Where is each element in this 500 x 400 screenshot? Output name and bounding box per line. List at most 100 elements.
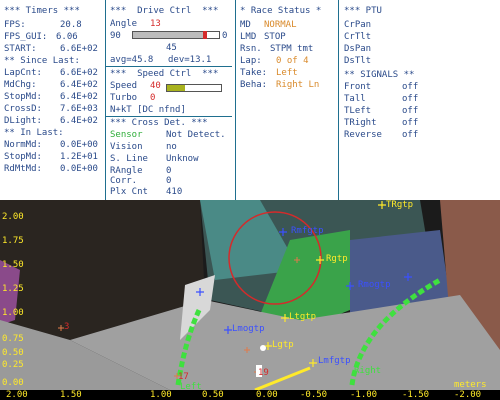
drive-ctrl-title: *** Drive Ctrl *** — [110, 6, 219, 16]
robot-race-gui: *** Timers *** FPS: 20.8 FPS_GUI: 6.06 S… — [0, 0, 500, 400]
signal-value: off — [402, 118, 419, 128]
take-value: Left — [276, 68, 298, 78]
angle-value: 13 — [150, 19, 161, 29]
x-tick-label: -2.00 — [454, 390, 482, 400]
signals-title: ** SIGNALS ** — [344, 70, 415, 80]
speed-label: Speed — [110, 81, 138, 91]
column-divider — [105, 0, 106, 200]
stopmd-label: StopMd: — [4, 92, 42, 102]
slider-max-label: 0 — [222, 31, 228, 41]
slider-center-label: 45 — [166, 43, 177, 53]
ptu-item: DsPan — [344, 44, 372, 54]
corr-label: Corr. — [110, 176, 138, 186]
speed-value: 40 — [150, 81, 161, 91]
signal-value: off — [402, 106, 419, 116]
signal-label: Reverse — [344, 130, 382, 140]
plxcnt-value: 410 — [166, 187, 183, 197]
speed-divider — [106, 116, 232, 117]
sensor-value: Not Detect. — [166, 130, 226, 140]
normmd-value: 0.0E+00 — [60, 140, 98, 150]
origin-dot — [260, 345, 266, 351]
stopmd-value: 6.4E+02 — [60, 92, 98, 102]
rangle-label: RAngle — [110, 166, 143, 176]
fps-gui-value: 6.06 — [56, 32, 78, 42]
ptu-section: *** PTU CrPan CrTlt DsPan DsTlt ** SIGNA… — [344, 0, 494, 200]
marker-label-lmfgtp: Lmfgtp — [318, 356, 351, 366]
angle-slider[interactable] — [132, 31, 220, 39]
race-status-title: * Race Status * — [240, 6, 322, 16]
stopmd2-value: 1.2E+01 — [60, 152, 98, 162]
marker-number: 19 — [258, 368, 269, 378]
mdchg-label: MdChg: — [4, 80, 37, 90]
y-tick-label: 0.25 — [2, 360, 24, 370]
rsn-label: Rsn. — [240, 44, 262, 54]
start-label: START: — [4, 44, 37, 54]
signal-label: TLeft — [344, 106, 372, 116]
x-tick-label: 1.50 — [60, 390, 82, 400]
speed-ctrl-title: *** Speed Ctrl *** — [110, 69, 219, 79]
vision-value: no — [166, 142, 177, 152]
sline-label: S. Line — [110, 154, 148, 164]
take-label: Take: — [240, 68, 268, 78]
lap-label: Lap: — [240, 56, 262, 66]
camera-view: TRgtp Rmfgtp Rgtp Rmogtp Ltgtp Lmogtp Lg… — [0, 200, 500, 400]
angle-slider-thumb[interactable] — [203, 31, 208, 39]
rdmtmd-label: RdMtMd: — [4, 164, 42, 174]
x-axis: 2.00 1.50 1.00 0.50 0.00 -0.50 -1.00 -1.… — [0, 380, 500, 400]
mdchg-value: 6.4E+02 — [60, 80, 98, 90]
beha-label: Beha: — [240, 80, 268, 90]
signal-label: Tall — [344, 94, 366, 104]
marker-label-rmfgtp: Rmfgtp — [291, 226, 324, 236]
start-value: 6.6E+02 — [60, 44, 98, 54]
drive-divider — [106, 66, 232, 67]
y-tick-label: 1.00 — [2, 308, 24, 318]
angle-avg: avg=45.8 — [110, 55, 154, 65]
y-tick-label: 1.75 — [2, 236, 24, 246]
x-tick-label: 0.00 — [256, 390, 278, 400]
column-divider — [338, 0, 339, 200]
crossd-label: CrossD: — [4, 104, 42, 114]
speed-bar — [166, 84, 222, 92]
turbo-label: Turbo — [110, 93, 138, 103]
x-tick-label: 0.50 — [202, 390, 224, 400]
marker-number: 3 — [64, 322, 70, 332]
race-status-section: * Race Status * MD NORMAL LMD STOP Rsn. … — [240, 0, 335, 200]
fps-value: 20.8 — [60, 20, 82, 30]
angle-label: Angle — [110, 19, 138, 29]
since-last-heading: ** Since Last: — [4, 56, 80, 66]
marker-label-ltgtp: Ltgtp — [289, 312, 317, 322]
stopmd2-label: StopMd: — [4, 152, 42, 162]
signal-value: off — [402, 82, 419, 92]
x-tick-label: 1.00 — [150, 390, 172, 400]
beha-value: Right Ln — [276, 80, 320, 90]
cross-det-title: *** Cross Det. *** — [110, 118, 208, 128]
plxcnt-label: Plx Cnt — [110, 187, 148, 197]
signal-value: off — [402, 130, 419, 140]
fps-gui-label: FPS_GUI: — [4, 32, 48, 42]
turbo-value: 0 — [150, 93, 156, 103]
rangle-value: 0 — [166, 166, 172, 176]
y-tick-label: 0.50 — [2, 348, 24, 358]
in-last-heading: ** In Last: — [4, 128, 64, 138]
timers-section: *** Timers *** FPS: 20.8 FPS_GUI: 6.06 S… — [4, 0, 102, 200]
lmd-label: LMD — [240, 32, 257, 42]
y-tick-label: 0.00 — [2, 378, 24, 388]
ptu-title: *** PTU — [344, 6, 382, 16]
y-tick-label: 1.50 — [2, 260, 24, 270]
y-tick-label: 2.00 — [2, 212, 24, 222]
vision-label: Vision — [110, 142, 143, 152]
marker-label-lgtp: Lgtp — [272, 340, 294, 350]
x-axis-unit: meters — [454, 380, 487, 390]
ptu-item: CrTlt — [344, 32, 372, 42]
marker-number: 17 — [178, 372, 189, 382]
y-tick-label: 1.25 — [2, 284, 24, 294]
x-tick-label: 2.00 — [6, 390, 28, 400]
fps-label: FPS: — [4, 20, 26, 30]
x-tick-label: -1.00 — [350, 390, 378, 400]
drive-section: *** Drive Ctrl *** Angle 13 90 0 45 avg=… — [106, 0, 232, 200]
rdmtmd-value: 0.0E+00 — [60, 164, 98, 174]
marker-label-rmogtp: Rmogtp — [358, 280, 391, 290]
angle-dev: dev=13.1 — [168, 55, 212, 65]
status-panel: *** Timers *** FPS: 20.8 FPS_GUI: 6.06 S… — [0, 0, 500, 200]
y-tick-label: 0.75 — [2, 334, 24, 344]
